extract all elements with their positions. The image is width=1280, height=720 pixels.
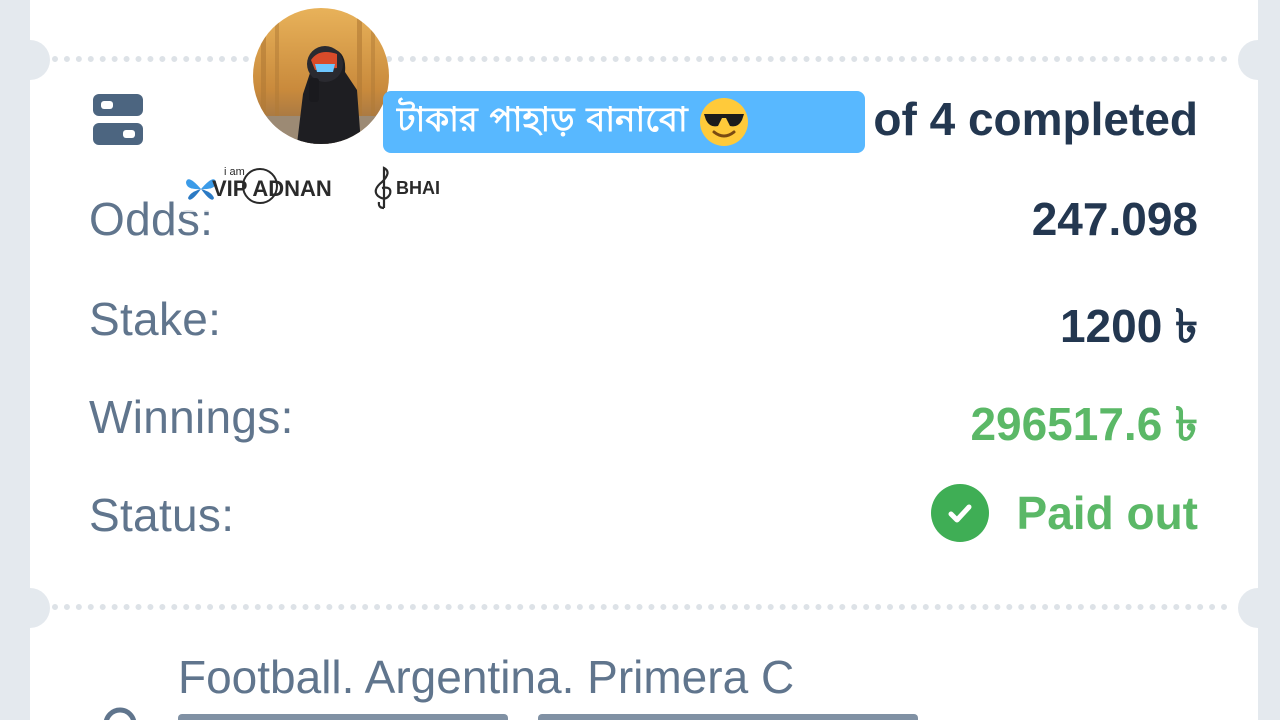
status-label: Status: <box>89 489 235 541</box>
winnings-label: Winnings: <box>89 391 294 443</box>
ticket-notch-left-bottom <box>10 588 50 628</box>
league-title: Football. Argentina. Primera C <box>178 651 795 703</box>
separator-top <box>52 56 1228 62</box>
ticket-notch-right-top <box>1238 40 1278 80</box>
progress-completed-text: of 4 completed <box>873 93 1198 145</box>
stake-label: Stake: <box>89 293 222 345</box>
watermark-suffix: BHAI <box>396 178 440 198</box>
status-value-group: Paid out <box>930 484 1198 542</box>
odds-value: 247.098 <box>1031 193 1198 245</box>
ticket-notch-left-top <box>10 40 50 80</box>
overlay-caption-banner: টাকার পাহাড় বানাবো <box>383 91 865 153</box>
cropped-match-row <box>103 707 918 720</box>
stake-value: 1200 ৳ <box>1059 300 1198 352</box>
screen: of 4 completed Odds: 247.098 Stake: 1200… <box>0 0 1280 720</box>
creator-watermark: i am VIP ADNAN BHAI <box>184 164 464 212</box>
ticket-notch-right-bottom <box>1238 588 1278 628</box>
check-circle-icon <box>930 484 989 542</box>
separator-bottom <box>52 604 1228 610</box>
sunglasses-emoji-icon <box>699 98 748 146</box>
avatar <box>253 8 389 144</box>
watermark-name: VIP ADNAN <box>212 176 332 201</box>
cropped-row-top <box>86 0 1206 4</box>
winnings-value: 296517.6 ৳ <box>970 398 1198 450</box>
status-value: Paid out <box>1016 487 1198 539</box>
overlay-caption-text: টাকার পাহাড় বানাবো <box>397 99 688 140</box>
treble-clef-icon <box>374 166 392 210</box>
bet-tracker-icon <box>93 94 143 145</box>
